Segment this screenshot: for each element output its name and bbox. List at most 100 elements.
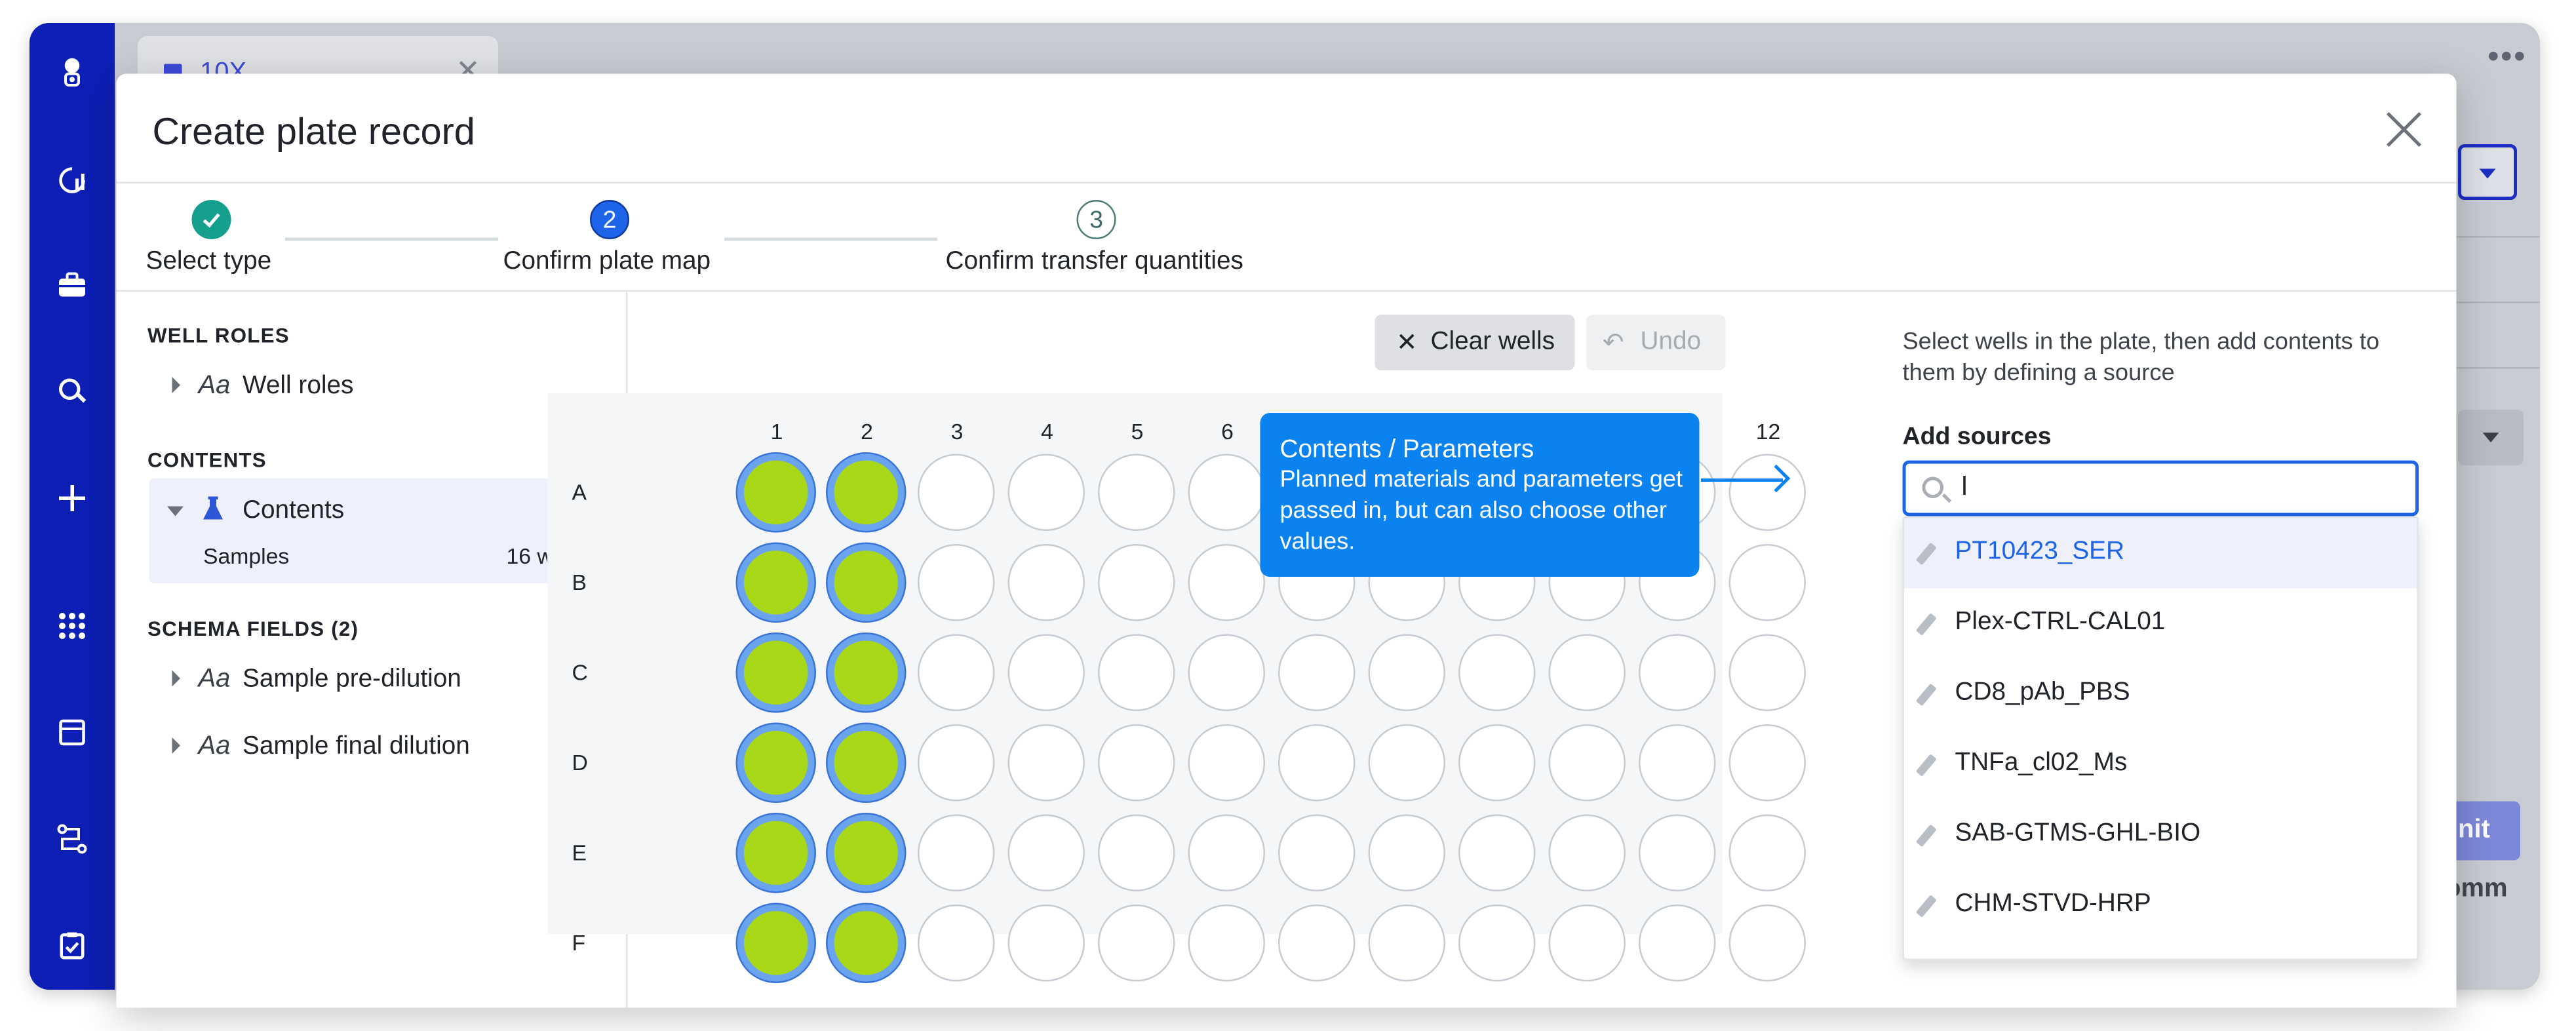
well-D1[interactable] — [737, 724, 815, 802]
more-options-icon[interactable]: ••• — [2488, 39, 2527, 77]
well-C11[interactable] — [1639, 634, 1716, 711]
briefcase-icon[interactable] — [52, 265, 92, 305]
well-A4[interactable] — [1007, 454, 1085, 531]
well-F8[interactable] — [1368, 905, 1445, 982]
well-D9[interactable] — [1458, 724, 1536, 802]
close-icon[interactable] — [2381, 107, 2427, 153]
source-search-input[interactable]: l — [1902, 460, 2419, 516]
well-D8[interactable] — [1368, 724, 1445, 802]
well-A6[interactable] — [1188, 454, 1265, 531]
well-F1[interactable] — [737, 905, 815, 982]
expand-icon[interactable] — [172, 377, 180, 393]
well-C5[interactable] — [1098, 634, 1175, 711]
well-C4[interactable] — [1007, 634, 1085, 711]
well-B2[interactable] — [827, 544, 905, 621]
well-E9[interactable] — [1458, 814, 1536, 891]
plate-row-header[interactable]: E — [572, 841, 592, 866]
well-E7[interactable] — [1278, 814, 1356, 891]
well-F7[interactable] — [1278, 905, 1356, 982]
well-F3[interactable] — [918, 905, 995, 982]
well-C9[interactable] — [1458, 634, 1536, 711]
well-D4[interactable] — [1007, 724, 1085, 802]
well-E10[interactable] — [1548, 814, 1626, 891]
well-E8[interactable] — [1368, 814, 1445, 891]
well-E12[interactable] — [1728, 814, 1806, 891]
layout-icon[interactable] — [52, 713, 92, 752]
clipboard-check-icon[interactable] — [52, 926, 92, 965]
well-A1[interactable] — [737, 454, 815, 531]
step-3-label[interactable]: Confirm transfer quantities — [946, 248, 1243, 277]
well-F10[interactable] — [1548, 905, 1626, 982]
plate-row-header[interactable]: D — [572, 750, 592, 775]
apps-grid-icon[interactable] — [52, 606, 92, 646]
well-E4[interactable] — [1007, 814, 1085, 891]
well-F5[interactable] — [1098, 905, 1175, 982]
well-roles-item[interactable]: Well roles — [243, 372, 353, 402]
well-C10[interactable] — [1548, 634, 1626, 711]
workflow-icon[interactable] — [52, 819, 92, 859]
schema-field-item[interactable]: Sample pre-dilution — [243, 665, 461, 695]
source-search-value[interactable]: l — [1962, 474, 1968, 503]
well-C6[interactable] — [1188, 634, 1265, 711]
well-D12[interactable] — [1728, 724, 1806, 802]
plate-row-header[interactable]: B — [572, 570, 592, 595]
step-3-number[interactable]: 3 — [1076, 200, 1116, 239]
step-1-label[interactable]: Select type — [146, 248, 272, 277]
step-2-label[interactable]: Confirm plate map — [503, 248, 711, 277]
well-C2[interactable] — [827, 634, 905, 711]
plate-column-header[interactable]: 12 — [1752, 419, 1785, 444]
plate-row-header[interactable]: F — [572, 931, 592, 956]
well-E5[interactable] — [1098, 814, 1175, 891]
plate-column-header[interactable]: 1 — [760, 419, 793, 444]
source-option[interactable]: TNFa_cl02_Ms — [1904, 729, 2417, 800]
well-A3[interactable] — [918, 454, 995, 531]
well-D7[interactable] — [1278, 724, 1356, 802]
well-F2[interactable] — [827, 905, 905, 982]
plate-row-header[interactable]: A — [572, 480, 592, 505]
undo-button[interactable]: ↶ Undo — [1586, 315, 1726, 370]
plate-column-header[interactable]: 3 — [941, 419, 973, 444]
plate-column-header[interactable]: 4 — [1031, 419, 1064, 444]
well-F6[interactable] — [1188, 905, 1265, 982]
well-E11[interactable] — [1639, 814, 1716, 891]
well-C1[interactable] — [737, 634, 815, 711]
expand-icon[interactable] — [172, 670, 180, 687]
well-A12[interactable] — [1728, 454, 1806, 531]
well-B12[interactable] — [1728, 544, 1806, 621]
well-B5[interactable] — [1098, 544, 1175, 621]
well-F11[interactable] — [1639, 905, 1716, 982]
background-select[interactable] — [2458, 410, 2524, 465]
plate-row-header[interactable]: C — [572, 661, 592, 686]
well-D6[interactable] — [1188, 724, 1265, 802]
well-B4[interactable] — [1007, 544, 1085, 621]
clear-wells-button[interactable]: ✕ Clear wells — [1375, 315, 1575, 370]
well-F12[interactable] — [1728, 905, 1806, 982]
well-D10[interactable] — [1548, 724, 1626, 802]
well-C12[interactable] — [1728, 634, 1806, 711]
contents-item-label[interactable]: Contents — [243, 497, 344, 526]
well-C3[interactable] — [918, 634, 995, 711]
well-F9[interactable] — [1458, 905, 1536, 982]
search-icon[interactable] — [52, 372, 92, 412]
well-E6[interactable] — [1188, 814, 1265, 891]
well-D5[interactable] — [1098, 724, 1175, 802]
step-1-check-icon[interactable] — [191, 200, 231, 239]
well-A5[interactable] — [1098, 454, 1175, 531]
well-B1[interactable] — [737, 544, 815, 621]
dashboard-icon[interactable] — [52, 161, 92, 200]
well-A2[interactable] — [827, 454, 905, 531]
well-B3[interactable] — [918, 544, 995, 621]
user-avatar-icon[interactable] — [52, 52, 92, 92]
source-option[interactable]: CD8_pAb_PBS — [1904, 659, 2417, 729]
well-D11[interactable] — [1639, 724, 1716, 802]
well-D2[interactable] — [827, 724, 905, 802]
well-E3[interactable] — [918, 814, 995, 891]
expand-icon[interactable] — [172, 737, 180, 754]
plate-column-header[interactable]: 5 — [1121, 419, 1154, 444]
plate-column-header[interactable]: 6 — [1211, 419, 1244, 444]
plus-icon[interactable] — [52, 478, 92, 518]
source-option[interactable]: PT10423_SER — [1904, 518, 2417, 589]
well-C7[interactable] — [1278, 634, 1356, 711]
source-option[interactable]: Plex-CTRL-CAL01 — [1904, 589, 2417, 659]
schema-field-item[interactable]: Sample final dilution — [243, 733, 470, 762]
